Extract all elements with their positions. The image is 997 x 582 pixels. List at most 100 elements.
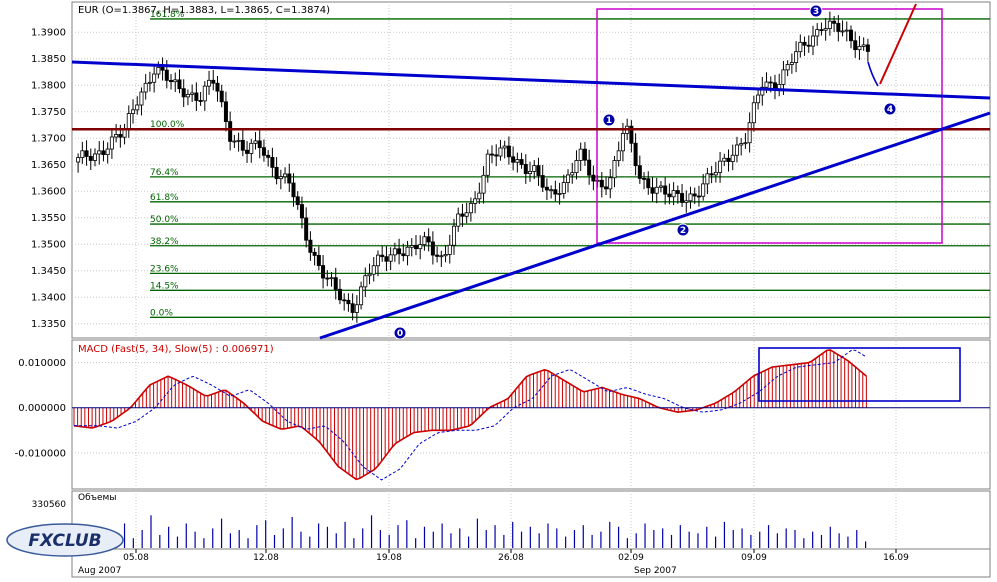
candle-body — [553, 189, 558, 195]
candle-body — [350, 303, 355, 313]
price-tick-label: 1.3450 — [31, 266, 66, 277]
wave-point-4: 4 — [883, 102, 897, 116]
candle-body — [519, 159, 524, 165]
candle-body — [832, 20, 837, 24]
candle-body — [139, 91, 144, 106]
candle-body — [426, 236, 431, 243]
candle-body — [384, 256, 389, 262]
fibonacci-label: 0.0% — [150, 308, 173, 318]
candle-body — [511, 156, 516, 163]
fxclub-logo: FXCLUB — [6, 523, 124, 557]
candle-body — [430, 241, 435, 256]
candle-body — [570, 172, 575, 176]
wave-point-label: 4 — [887, 105, 893, 115]
candle-body — [422, 236, 427, 245]
candle-body — [502, 145, 507, 149]
candle-body — [515, 159, 520, 163]
fibonacci-label: 38.2% — [150, 237, 179, 247]
fxclub-logo-text: FXCLUB — [28, 531, 101, 551]
candle-body — [283, 173, 288, 178]
candle-body — [84, 150, 89, 157]
candle-body — [126, 113, 131, 130]
candle-body — [722, 157, 727, 162]
candle-body — [232, 140, 237, 143]
candle-body — [211, 79, 216, 84]
candle-body — [375, 254, 380, 267]
candle-body — [152, 73, 157, 83]
candle-body — [663, 185, 668, 195]
candle-body — [439, 255, 444, 258]
candle-body — [806, 44, 811, 47]
candle-body — [494, 154, 499, 157]
candle-body — [240, 139, 245, 151]
candle-body — [164, 69, 169, 81]
candle-body — [857, 45, 862, 51]
candle-body — [397, 248, 402, 255]
candle-body — [215, 82, 220, 92]
candle-body — [566, 174, 571, 183]
candle-body — [794, 51, 799, 63]
candle-body — [207, 79, 212, 87]
candle-body — [789, 62, 794, 65]
candle-body — [460, 213, 465, 217]
fibonacci-label: 14.5% — [150, 281, 179, 291]
candle-body — [451, 225, 456, 246]
candle-body — [485, 153, 490, 176]
candle-body — [481, 174, 486, 194]
candle-body — [266, 154, 271, 158]
candle-body — [190, 92, 195, 95]
candle-body — [667, 193, 672, 198]
date-tick-label: 26.08 — [498, 553, 524, 563]
fibonacci-label: 50.0% — [150, 215, 179, 225]
candle-body — [865, 44, 870, 52]
candle-body — [544, 186, 549, 191]
candle-body — [342, 299, 347, 302]
candle-body — [680, 193, 685, 203]
candle-body — [861, 44, 866, 47]
candle-body — [802, 41, 807, 46]
price-tick-label: 1.3550 — [31, 213, 66, 224]
candle-body — [637, 165, 642, 179]
candle-body — [245, 149, 250, 154]
candle-body — [810, 35, 815, 47]
candle-body — [194, 92, 199, 101]
candle-body — [650, 187, 655, 194]
candle-body — [815, 29, 820, 37]
candle-body — [435, 254, 440, 257]
candle-body — [578, 148, 583, 161]
macd-panel-title: MACD (Fast(5, 34), Slow(5) : 0.006971) — [78, 344, 274, 355]
candle-body — [321, 265, 326, 279]
candle-body — [726, 157, 731, 162]
candle-body — [156, 67, 161, 75]
candle-body — [739, 143, 744, 146]
date-tick-label: 02.09 — [618, 553, 644, 563]
candle-body — [608, 177, 613, 190]
candle-body — [443, 254, 448, 257]
candle-body — [675, 190, 680, 194]
candle-body — [354, 304, 359, 313]
candle-body — [346, 299, 351, 305]
candle-body — [80, 150, 85, 159]
candle-body — [848, 29, 853, 42]
candle-body — [118, 134, 123, 138]
wave-point-3: 3 — [809, 4, 823, 18]
candle-body — [536, 165, 541, 176]
candle-body — [295, 196, 300, 205]
candle-body — [105, 148, 110, 155]
candle-body — [93, 153, 98, 161]
volume-max-label: 330560 — [32, 500, 67, 510]
candle-body — [253, 140, 258, 144]
candle-body — [249, 142, 254, 154]
candle-body — [287, 173, 292, 184]
candle-body — [392, 248, 397, 256]
candle-body — [329, 277, 334, 280]
candle-body — [160, 67, 165, 71]
candle-body — [109, 136, 114, 150]
candle-body — [380, 254, 385, 258]
candle-body — [413, 245, 418, 250]
candle-body — [642, 177, 647, 180]
candle-body — [532, 165, 537, 172]
candle-body — [620, 133, 625, 152]
candle-body — [388, 254, 393, 262]
candle-body — [304, 217, 309, 241]
